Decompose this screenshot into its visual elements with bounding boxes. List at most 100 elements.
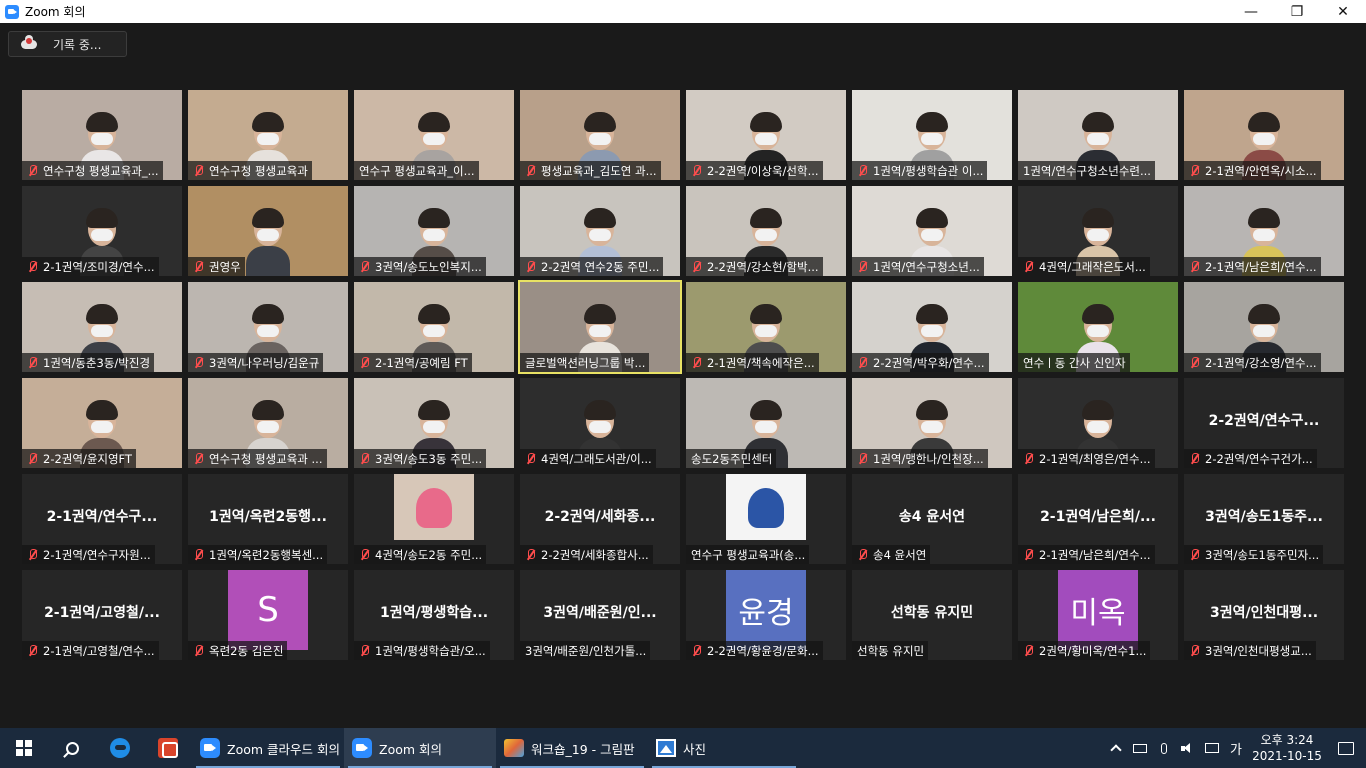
participant-name: 1권역/평생학습관/오... [375,643,486,658]
participant-tile[interactable]: 연수구 평생교육과(송... [686,474,846,564]
participant-tile[interactable]: 글로벌액션러닝그룹 박... [518,280,682,374]
participant-tile[interactable]: 2-1권역/연수구... 2-1권역/연수구자원... [22,474,182,564]
participant-namebar: 2-1권역/안연옥/시소... [1184,161,1321,180]
participant-tile[interactable]: 1권역/연수구청소년... [852,186,1012,276]
participant-namebar: 4권역/그래작은도서... [1018,257,1150,276]
clock-time: 오후 3:24 [1260,733,1314,747]
network-button[interactable] [1200,728,1224,768]
participant-tile[interactable]: 2-1권역/고영철/... 2-1권역/고영철/연수... [22,570,182,660]
taskbar-item-paint[interactable]: 워크숍_19 - 그림판 [496,728,648,768]
participant-namebar: 1권역/동춘3동/박진경 [22,353,155,372]
participant-name: 2-1권역/공예림 FT [375,355,468,370]
participant-tile[interactable]: 2-2권역/윤지영FT [22,378,182,468]
participant-tile[interactable]: 2-2권역/이상욱/선학... [686,90,846,180]
participant-tile[interactable]: 송4 윤서연 송4 윤서연 [852,474,1012,564]
search-button[interactable] [48,728,96,768]
restore-button[interactable]: ❐ [1274,0,1320,23]
participant-tile[interactable]: 3권역/배준원/인... 3권역/배준원/인천가톨... [520,570,680,660]
participant-namebar: 1권역/맹한나/인천장... [852,449,988,468]
participant-tile[interactable]: 3권역/송도노인복지... [354,186,514,276]
mic-muted-icon [357,356,373,370]
participant-tile[interactable]: 연수구청 평생교육과 [188,90,348,180]
participant-tile[interactable]: 2-2권역/박우화/연수... [852,282,1012,372]
taskbar-item-zoom-cloud[interactable]: Zoom 클라우드 회의 [192,728,344,768]
participant-figure [246,208,290,276]
battery-button[interactable] [1128,728,1152,768]
participant-display-name: 2-2권역/세화종... [520,496,680,536]
input-method-indicator[interactable]: 가 [1224,728,1248,768]
participant-name: 선학동 유지민 [857,643,925,658]
mic-muted-icon [1187,260,1203,274]
participant-tile[interactable]: 1권역/평생학습... 1권역/평생학습관/오... [354,570,514,660]
participant-namebar: 연수구청 평생교육과_... [22,161,163,180]
participant-tile[interactable]: 4권역/송도2동 주민... [354,474,514,564]
participant-name: 1권역/평생학습관 이... [873,163,984,178]
participant-tile[interactable]: S 옥련2동 김은진 [188,570,348,660]
participant-name: 1권역/연수구청소년수련... [1023,163,1151,178]
window-titlebar: Zoom 회의 — ❐ ✕ [0,0,1366,23]
participant-tile[interactable]: 연수구청 평생교육과_... [22,90,182,180]
mic-muted-icon [523,260,539,274]
taskbar-item-zoom-meeting[interactable]: Zoom 회의 [344,728,496,768]
participant-namebar: 3권역/배준원/인천가톨... [520,641,651,660]
participant-tile[interactable]: 윤경 2-2권역/황윤경/문화... [686,570,846,660]
show-hidden-icons-button[interactable] [1104,728,1128,768]
participant-tile[interactable]: 연수구 평생교육과_이... [354,90,514,180]
participant-tile[interactable]: 2-1권역/남은희/연수... [1184,186,1344,276]
volume-button[interactable] [1176,728,1200,768]
participant-tile[interactable]: 선학동 유지민 선학동 유지민 [852,570,1012,660]
participant-tile[interactable]: 2-1권역/최영은/연수... [1018,378,1178,468]
participant-tile[interactable]: 2-1권역/공예림 FT [354,282,514,372]
participant-tile[interactable]: 3권역/송도3동 주민... [354,378,514,468]
participant-name: 2-1권역/고영철/연수... [43,643,155,658]
participant-tile[interactable]: 4권역/그래작은도서... [1018,186,1178,276]
notification-center-button[interactable] [1326,728,1366,768]
speaker-muted-icon [1181,743,1195,753]
participant-tile[interactable]: 3권역/송도1동주... 3권역/송도1동주민자... [1184,474,1344,564]
participant-tile[interactable]: 평생교육과_김도연 과... [520,90,680,180]
mic-muted-icon [191,164,207,178]
participant-tile[interactable]: 1권역/옥련2동행... 1권역/옥련2동행복센... [188,474,348,564]
taskbar-clock[interactable]: 오후 3:24 2021-10-15 [1248,732,1326,764]
participant-tile[interactable]: 2-2권역 연수2동 주민... [520,186,680,276]
participant-tile[interactable]: 1권역/맹한나/인천장... [852,378,1012,468]
app-pinned-button[interactable] [144,728,192,768]
participant-tile[interactable]: 3권역/나우러닝/김운규 [188,282,348,372]
taskbar-item-photos[interactable]: 사진 [648,728,800,768]
participant-tile[interactable]: 2-2권역/강소현/함박... [686,186,846,276]
participant-tile[interactable]: 연수구청 평생교육과 ... [188,378,348,468]
mic-muted-icon [357,548,373,562]
participant-tile[interactable]: 2-1권역/책속에작은... [686,282,846,372]
participant-tile[interactable]: 2-2권역/세화종... 2-2권역/세화종합사... [520,474,680,564]
zoom-app-icon [5,4,19,19]
participant-tile[interactable]: 1권역/평생학습관 이... [852,90,1012,180]
participant-tile[interactable]: 2-1권역/남은희/... 2-1권역/남은희/연수... [1018,474,1178,564]
participant-name: 2-2권역/황윤경/문화... [707,643,819,658]
participant-display-name: 3권역/인천대평... [1184,592,1344,632]
edge-pinned-button[interactable] [96,728,144,768]
participant-tile[interactable]: 2-1권역/조미경/연수... [22,186,182,276]
participant-name: 연수구 평생교육과_이... [359,163,475,178]
participant-display-name: 3권역/배준원/인... [520,592,680,632]
recording-indicator[interactable]: 기록 중... [8,31,127,57]
participant-tile[interactable]: 2-1권역/강소영/연수... [1184,282,1344,372]
participant-tile[interactable]: 4권역/그래도서관/이... [520,378,680,468]
participant-display-name-text: 송4 윤서연 [898,509,966,525]
participant-tile[interactable]: 송도2동주민센터 [686,378,846,468]
recording-label: 기록 중... [53,37,102,52]
participant-display-name-text: 3권역/배준원/인... [543,605,657,621]
participant-tile[interactable]: 연수ㅣ동 간사 신인자 [1018,282,1178,372]
participant-tile[interactable]: 2-2권역/연수구... 2-2권역/연수구건가... [1184,378,1344,468]
participant-tile[interactable]: 2-1권역/안연옥/시소... [1184,90,1344,180]
start-button[interactable] [0,728,48,768]
participant-tile[interactable]: 1권역/연수구청소년수련... [1018,90,1178,180]
participant-tile[interactable]: 미옥 2권역/황미옥/연수1... [1018,570,1178,660]
participant-name: 옥련2동 김은진 [209,643,284,658]
participant-tile[interactable]: 권영우 [188,186,348,276]
participant-tile[interactable]: 1권역/동춘3동/박진경 [22,282,182,372]
mic-muted-icon [1187,356,1203,370]
close-button[interactable]: ✕ [1320,0,1366,23]
microphone-tray-button[interactable] [1152,728,1176,768]
participant-tile[interactable]: 3권역/인천대평... 3권역/인천대평생교... [1184,570,1344,660]
minimize-button[interactable]: — [1228,0,1274,23]
